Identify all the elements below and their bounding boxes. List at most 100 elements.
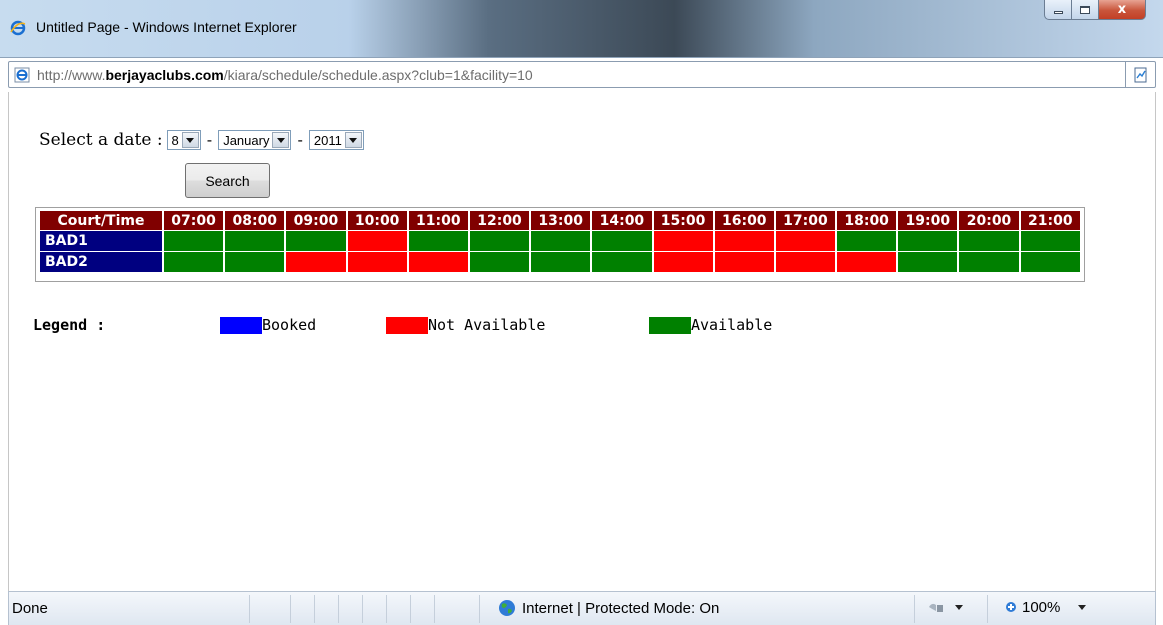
time-header: 10:00 xyxy=(347,211,407,230)
status-divider xyxy=(434,595,435,623)
legend-title: Legend : xyxy=(33,316,106,334)
ie-logo-icon xyxy=(10,20,26,36)
zoom-control[interactable]: 100% xyxy=(1005,599,1087,616)
slot-available[interactable] xyxy=(408,231,468,251)
booked-swatch xyxy=(220,316,262,334)
slot-available[interactable] xyxy=(1020,252,1080,272)
url-prefix: http://www. xyxy=(37,67,106,83)
slot-not-available[interactable] xyxy=(775,231,836,251)
zoom-icon xyxy=(1006,601,1016,612)
close-button[interactable]: x xyxy=(1099,0,1146,20)
time-header: 20:00 xyxy=(959,211,1019,230)
court-row: BAD1 xyxy=(40,231,1080,251)
time-header: 14:00 xyxy=(592,211,652,230)
address-bar[interactable]: http://www.berjayaclubs.com/kiara/schedu… xyxy=(8,61,1156,88)
slot-available[interactable] xyxy=(164,231,224,251)
slot-available[interactable] xyxy=(1020,231,1080,251)
slot-not-available[interactable] xyxy=(408,252,468,272)
slot-available[interactable] xyxy=(837,231,897,251)
maximize-icon xyxy=(1080,5,1090,14)
url-domain: berjayaclubs.com xyxy=(105,67,224,83)
protected-mode-button[interactable] xyxy=(927,599,963,615)
year-value: 2011 xyxy=(313,132,342,148)
browser-window: Untitled Page - Windows Internet Explore… xyxy=(0,0,1163,625)
shield-icon xyxy=(929,603,943,612)
security-zone[interactable]: Internet | Protected Mode: On xyxy=(498,599,719,617)
slot-available[interactable] xyxy=(898,252,958,272)
chevron-down-icon xyxy=(955,604,963,610)
compatibility-view-icon xyxy=(1134,67,1146,82)
slot-available[interactable] xyxy=(959,231,1019,251)
slot-not-available[interactable] xyxy=(286,252,346,272)
status-text: Done xyxy=(12,600,48,617)
legend-item-booked: Booked xyxy=(220,316,316,334)
minimize-button[interactable] xyxy=(1044,0,1072,20)
time-header: 18:00 xyxy=(837,211,897,230)
page-icon xyxy=(14,67,30,83)
status-divider xyxy=(290,595,291,623)
slot-available[interactable] xyxy=(592,231,652,251)
slot-available[interactable] xyxy=(225,231,285,251)
slot-available[interactable] xyxy=(164,252,224,272)
page-content: Select a date : 8 - January - 2011 Searc… xyxy=(8,92,1156,592)
day-value: 8 xyxy=(171,132,179,148)
slot-not-available[interactable] xyxy=(775,252,836,272)
time-header: 09:00 xyxy=(286,211,346,230)
slot-available[interactable] xyxy=(225,252,285,272)
status-bar: Done Internet | Protected Mode: On 100% xyxy=(8,591,1156,625)
zone-text: Internet | Protected Mode: On xyxy=(522,599,720,617)
slot-available[interactable] xyxy=(286,231,346,251)
legend-item-available: Available xyxy=(649,316,772,334)
status-divider xyxy=(362,595,363,623)
time-header: 13:00 xyxy=(531,211,591,230)
slot-available[interactable] xyxy=(592,252,652,272)
dropdown-arrow-icon xyxy=(181,132,199,148)
slot-available[interactable] xyxy=(959,252,1019,272)
legend-label: Booked xyxy=(262,316,317,334)
available-swatch xyxy=(649,316,691,334)
globe-icon xyxy=(499,600,515,616)
search-button[interactable]: Search xyxy=(185,163,270,198)
status-divider xyxy=(249,595,250,623)
url-path: /kiara/schedule/schedule.aspx?club=1&fac… xyxy=(223,67,533,83)
chevron-down-icon xyxy=(1078,605,1087,610)
slot-not-available[interactable] xyxy=(714,252,774,272)
slot-available[interactable] xyxy=(531,252,591,272)
year-select[interactable]: 2011 xyxy=(308,130,364,150)
minimize-icon xyxy=(1053,11,1063,14)
day-select[interactable]: 8 xyxy=(166,130,201,150)
slot-available[interactable] xyxy=(469,231,530,251)
date-selector: Select a date : 8 - January - 2011 xyxy=(39,130,364,150)
slot-available[interactable] xyxy=(898,231,958,251)
maximize-button[interactable] xyxy=(1072,0,1099,20)
status-divider xyxy=(987,595,988,623)
court-time-header: Court/Time xyxy=(40,211,162,230)
slot-not-available[interactable] xyxy=(653,231,713,251)
slot-not-available[interactable] xyxy=(347,231,407,251)
slot-not-available[interactable] xyxy=(653,252,713,272)
schedule-table: Court/Time 07:00 08:00 09:00 10:00 11:00 12:0… xyxy=(35,207,1085,282)
time-header: 08:00 xyxy=(225,211,285,230)
title-bar: Untitled Page - Windows Internet Explore… xyxy=(0,0,1163,58)
time-header: 12:00 xyxy=(469,211,530,230)
status-divider xyxy=(314,595,315,623)
slot-not-available[interactable] xyxy=(347,252,407,272)
legend-label: Available xyxy=(691,316,773,334)
time-header: 17:00 xyxy=(775,211,836,230)
status-divider xyxy=(914,595,915,623)
month-value: January xyxy=(223,132,270,148)
month-select[interactable]: January xyxy=(218,130,292,150)
zoom-level: 100% xyxy=(1022,599,1061,616)
status-divider xyxy=(479,595,480,623)
address-url: http://www.berjayaclubs.com/kiara/schedu… xyxy=(37,67,533,83)
slot-available[interactable] xyxy=(469,252,530,272)
slot-available[interactable] xyxy=(531,231,591,251)
time-header: 19:00 xyxy=(898,211,958,230)
court-name: BAD1 xyxy=(40,231,162,251)
slot-not-available[interactable] xyxy=(837,252,897,272)
date-separator: - xyxy=(297,131,303,149)
status-divider xyxy=(338,595,339,623)
slot-not-available[interactable] xyxy=(714,231,774,251)
dropdown-arrow-icon xyxy=(272,132,290,148)
compatibility-view-button[interactable] xyxy=(1125,62,1155,87)
